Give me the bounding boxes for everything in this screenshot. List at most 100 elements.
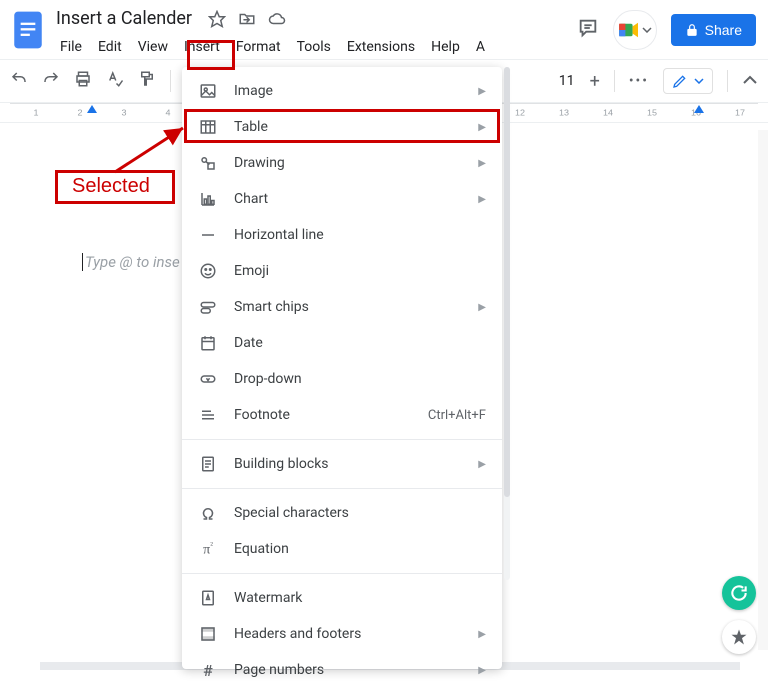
footnote-icon	[198, 405, 218, 425]
menu-insert[interactable]: Insert	[176, 35, 228, 59]
share-button[interactable]: Share	[671, 14, 756, 46]
specialchars-icon	[198, 503, 218, 523]
comments-icon[interactable]	[577, 17, 599, 43]
insert-menu-scrollbar[interactable]	[504, 67, 510, 580]
move-icon[interactable]	[238, 10, 256, 28]
share-button-label: Share	[705, 22, 742, 38]
insert-pagenumbers-item[interactable]: # Page numbers ▶	[182, 652, 502, 688]
scrollbar-thumb[interactable]	[504, 67, 510, 497]
insert-hline-label: Horizontal line	[234, 227, 324, 243]
cloud-status-icon[interactable]	[268, 10, 286, 28]
spellcheck-icon[interactable]	[106, 70, 124, 92]
watermark-icon	[198, 588, 218, 608]
table-icon	[198, 117, 218, 137]
insert-date-label: Date	[234, 335, 263, 351]
document-title[interactable]: Insert a Calender	[52, 6, 196, 31]
editing-mode-button[interactable]	[663, 68, 713, 94]
insert-drawing-label: Drawing	[234, 155, 285, 171]
svg-text:3: 3	[121, 108, 126, 118]
insert-date-item[interactable]: Date	[182, 325, 502, 361]
svg-text:2: 2	[77, 108, 82, 118]
insert-image-item[interactable]: Image ▶	[182, 73, 502, 109]
meet-badge[interactable]	[613, 10, 657, 50]
insert-dropdown-label: Drop-down	[234, 371, 302, 387]
pagenumbers-icon: #	[198, 660, 218, 680]
insert-headersfooters-item[interactable]: Headers and footers ▶	[182, 616, 502, 652]
ruler-indent-end-icon[interactable]	[694, 105, 704, 113]
hide-menus-icon[interactable]	[742, 73, 758, 89]
insert-headersfooters-label: Headers and footers	[234, 626, 361, 642]
headersfooters-icon	[198, 624, 218, 644]
equation-icon: π²	[198, 539, 218, 559]
insert-table-label: Table	[234, 119, 268, 135]
insert-watermark-item[interactable]: Watermark	[182, 580, 502, 616]
svg-text:14: 14	[603, 108, 613, 118]
menu-extensions[interactable]: Extensions	[339, 35, 423, 59]
insert-drawing-item[interactable]: Drawing ▶	[182, 145, 502, 181]
image-icon	[198, 81, 218, 101]
font-size-value[interactable]: 11	[558, 73, 576, 89]
header-right: Share	[577, 10, 756, 50]
submenu-arrow-icon: ▶	[478, 629, 486, 640]
menu-view[interactable]: View	[130, 35, 176, 59]
paint-format-icon[interactable]	[138, 70, 156, 92]
docs-icon[interactable]	[10, 6, 46, 54]
menu-divider	[182, 573, 502, 574]
insert-specialchars-item[interactable]: Special characters	[182, 495, 502, 531]
menu-overflow[interactable]: A	[468, 35, 493, 59]
insert-watermark-label: Watermark	[234, 590, 302, 606]
emoji-icon	[198, 261, 218, 281]
menu-help[interactable]: Help	[423, 35, 468, 59]
ruler-indent-start-icon[interactable]	[87, 105, 97, 113]
drawing-icon	[198, 153, 218, 173]
insert-table-item[interactable]: Table ▶	[182, 109, 502, 145]
insert-hline-item[interactable]: Horizontal line	[182, 217, 502, 253]
star-icon[interactable]	[208, 10, 226, 28]
submenu-arrow-icon: ▶	[478, 158, 486, 169]
menu-file[interactable]: File	[52, 35, 90, 59]
menu-format[interactable]: Format	[228, 35, 289, 59]
insert-footnote-item[interactable]: Footnote Ctrl+Alt+F	[182, 397, 502, 433]
explore-fab[interactable]	[722, 620, 756, 654]
placeholder-text: Type @ to inse	[82, 253, 180, 271]
submenu-arrow-icon: ▶	[478, 194, 486, 205]
toolbar-separator	[727, 70, 728, 92]
menu-divider	[182, 488, 502, 489]
undo-icon[interactable]	[10, 70, 28, 92]
insert-emoji-item[interactable]: Emoji	[182, 253, 502, 289]
svg-text:4: 4	[165, 108, 170, 118]
buildingblocks-icon	[198, 454, 218, 474]
insert-menu: Image ▶ Table ▶ Drawing ▶ Chart ▶ Horizo…	[182, 67, 502, 669]
toolbar-separator	[170, 70, 171, 92]
submenu-arrow-icon: ▶	[478, 122, 486, 133]
insert-smartchips-label: Smart chips	[234, 299, 309, 315]
insert-smartchips-item[interactable]: Smart chips ▶	[182, 289, 502, 325]
date-icon	[198, 333, 218, 353]
insert-equation-label: Equation	[234, 541, 289, 557]
more-toolbar-icon[interactable]: •••	[629, 73, 649, 89]
redo-icon[interactable]	[42, 70, 60, 92]
insert-equation-item[interactable]: π² Equation	[182, 531, 502, 567]
insert-image-label: Image	[234, 83, 273, 99]
insert-buildingblocks-label: Building blocks	[234, 456, 329, 472]
print-icon[interactable]	[74, 70, 92, 92]
insert-buildingblocks-item[interactable]: Building blocks ▶	[182, 446, 502, 482]
svg-text:12: 12	[515, 108, 525, 118]
insert-specialchars-label: Special characters	[234, 505, 349, 521]
right-gutter	[758, 130, 768, 650]
chart-icon	[198, 189, 218, 209]
insert-dropdown-item[interactable]: Drop-down	[182, 361, 502, 397]
font-size-plus-icon[interactable]: +	[590, 71, 600, 92]
menu-tools[interactable]: Tools	[289, 35, 339, 59]
dropdown-icon	[198, 369, 218, 389]
footnote-shortcut: Ctrl+Alt+F	[428, 408, 486, 423]
grammarly-fab[interactable]	[722, 576, 756, 610]
submenu-arrow-icon: ▶	[478, 665, 486, 676]
hline-icon	[198, 225, 218, 245]
menu-divider	[182, 439, 502, 440]
annotation-arrow-icon	[105, 120, 195, 180]
svg-text:1: 1	[33, 108, 38, 118]
menu-edit[interactable]: Edit	[90, 35, 130, 59]
smartchips-icon	[198, 297, 218, 317]
insert-chart-item[interactable]: Chart ▶	[182, 181, 502, 217]
